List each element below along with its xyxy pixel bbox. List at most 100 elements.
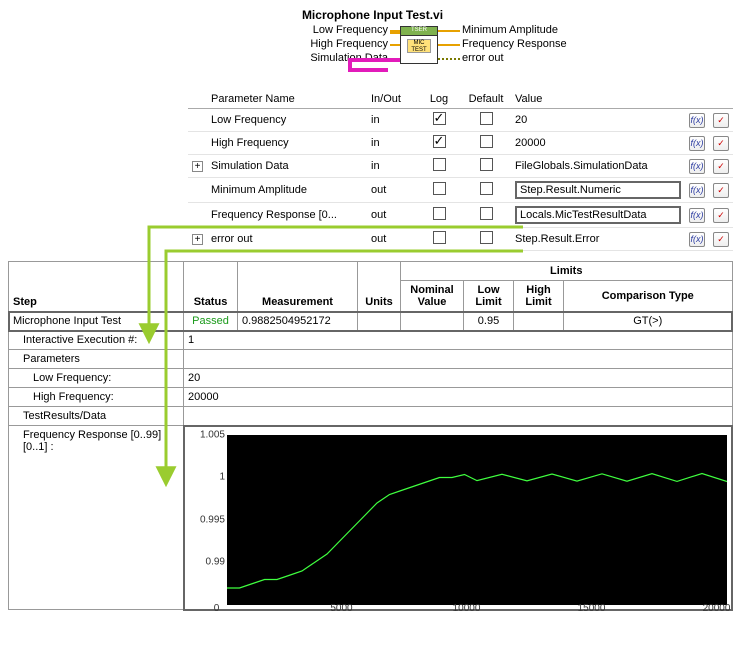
param-row: Frequency Response [0...out Locals.MicTes… (188, 203, 733, 228)
param-value[interactable]: Step.Result.Numeric (511, 178, 685, 203)
check-button[interactable]: ✓ (713, 208, 729, 223)
step-comp: GT(>) (564, 312, 733, 331)
connector-pane: Low Frequency High Frequency Simulation … (8, 24, 737, 84)
y-tick: 0.99 (206, 557, 225, 568)
hdr-status: Status (184, 262, 238, 312)
check-button[interactable]: ✓ (713, 183, 729, 198)
hdr-step: Step (9, 262, 184, 312)
report-row: Low Frequency:20 (9, 369, 733, 388)
x-tick: 20000 (703, 603, 731, 614)
step-high (514, 312, 564, 331)
x-tick: 5000 (330, 603, 352, 614)
fx-button[interactable]: f(x) (689, 136, 705, 151)
hdr-value: Value (511, 90, 685, 109)
log-checkbox[interactable] (433, 207, 446, 220)
default-checkbox[interactable] (480, 231, 493, 244)
log-checkbox[interactable] (433, 158, 446, 171)
report-row: TestResults/Data (9, 407, 733, 426)
param-value[interactable]: 20 (511, 109, 685, 132)
param-row: Minimum AmplitudeoutStep.Result.Numericf… (188, 178, 733, 203)
fx-button[interactable]: f(x) (689, 113, 705, 128)
fx-button[interactable]: f(x) (689, 208, 705, 223)
hdr-units: Units (358, 262, 401, 312)
report-value: 20000 (184, 388, 733, 407)
param-value[interactable]: Step.Result.Error (511, 228, 685, 251)
report-table: Step Status Measurement Units Limits Nom… (8, 261, 733, 611)
hdr-default: Default (461, 90, 511, 109)
vi-icon-mid: MIC TEST (407, 39, 431, 53)
param-io: out (367, 228, 417, 251)
param-value[interactable]: Locals.MicTestResultData (511, 203, 685, 228)
report-row: Frequency Response [0..99] [0..1] : 0.99… (9, 426, 733, 610)
param-name: Low Frequency (207, 109, 367, 132)
param-name: High Frequency (207, 132, 367, 155)
param-value[interactable]: 20000 (511, 132, 685, 155)
hdr-limits: Limits (401, 262, 733, 281)
log-checkbox[interactable] (433, 135, 446, 148)
vi-icon: TSER MIC TEST (400, 26, 438, 64)
fx-button[interactable]: f(x) (689, 183, 705, 198)
chart-plot (227, 435, 727, 605)
param-io: in (367, 132, 417, 155)
y-tick: 1.005 (200, 429, 225, 440)
param-row: +error outoutStep.Result.Errorf(x)✓ (188, 228, 733, 251)
step-status: Passed (184, 312, 238, 331)
param-table: Parameter Name In/Out Log Default Value … (188, 90, 733, 251)
param-row: Low Frequencyin 20 f(x) ✓ (188, 109, 733, 132)
fx-button[interactable]: f(x) (689, 232, 705, 247)
conn-right-2: error out (462, 52, 504, 64)
param-row: High Frequencyin 20000 f(x) ✓ (188, 132, 733, 155)
default-checkbox[interactable] (480, 135, 493, 148)
conn-right-0: Minimum Amplitude (462, 24, 558, 36)
y-tick: 0.995 (200, 514, 225, 525)
y-tick: 1 (219, 472, 225, 483)
log-checkbox[interactable] (433, 182, 446, 195)
vi-icon-top: TSER (401, 27, 437, 36)
param-row: + Simulation Datain FileGlobals.Simulation… (188, 155, 733, 178)
hdr-meas: Measurement (238, 262, 358, 312)
check-button[interactable]: ✓ (713, 232, 729, 247)
hdr-comp: Comparison Type (564, 281, 733, 312)
param-value[interactable]: FileGlobals.SimulationData (511, 155, 685, 178)
x-tick: 10000 (453, 603, 481, 614)
conn-right-1: Frequency Response (462, 38, 567, 50)
fx-button[interactable]: f(x) (689, 159, 705, 174)
hdr-log: Log (417, 90, 461, 109)
check-button[interactable]: ✓ (713, 113, 729, 128)
hdr-inout: In/Out (367, 90, 417, 109)
check-button[interactable]: ✓ (713, 159, 729, 174)
step-name: Microphone Input Test (9, 312, 184, 331)
default-checkbox[interactable] (480, 207, 493, 220)
report-label: Low Frequency: (9, 369, 184, 388)
report-section: TestResults/Data (9, 407, 184, 426)
default-checkbox[interactable] (480, 182, 493, 195)
report-label: High Frequency: (9, 388, 184, 407)
step-meas: 0.9882504952172 (238, 312, 358, 331)
step-units (358, 312, 401, 331)
report-section: Parameters (9, 350, 184, 369)
x-tick: 15000 (578, 603, 606, 614)
report-row: High Frequency:20000 (9, 388, 733, 407)
report-row: Microphone Input TestPassed0.98825049521… (9, 312, 733, 331)
param-io: in (367, 109, 417, 132)
check-button[interactable]: ✓ (713, 136, 729, 151)
expand-icon[interactable]: + (192, 161, 203, 172)
conn-left-1: High Frequency (258, 38, 388, 50)
expand-icon[interactable]: + (192, 234, 203, 245)
hdr-nom: Nominal Value (401, 281, 464, 312)
report-label: Interactive Execution #: (9, 331, 184, 350)
x-tick: 0 (214, 603, 220, 614)
log-checkbox[interactable] (433, 231, 446, 244)
param-name: Frequency Response [0... (207, 203, 367, 228)
param-name: Simulation Data (207, 155, 367, 178)
step-low: 0.95 (464, 312, 514, 331)
hdr-high: High Limit (514, 281, 564, 312)
log-checkbox[interactable] (433, 112, 446, 125)
report-value: 20 (184, 369, 733, 388)
report-row: Parameters (9, 350, 733, 369)
default-checkbox[interactable] (480, 158, 493, 171)
default-checkbox[interactable] (480, 112, 493, 125)
hdr-low: Low Limit (464, 281, 514, 312)
param-io: out (367, 203, 417, 228)
param-io: in (367, 155, 417, 178)
